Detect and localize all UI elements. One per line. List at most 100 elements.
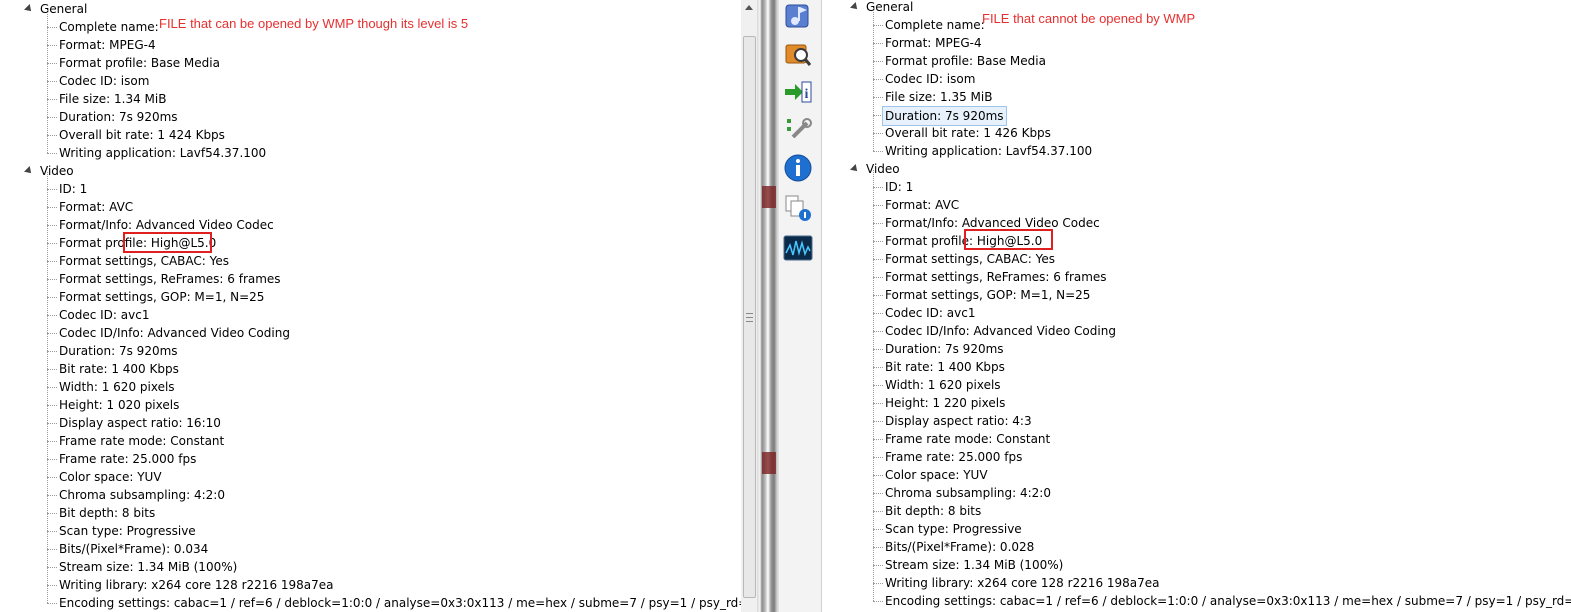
general-property-row[interactable]: File size: 1.35 MiB <box>822 88 1571 106</box>
video-property-text: Format settings, ReFrames: 6 frames <box>59 272 281 286</box>
video-property-row[interactable]: Bits/(Pixel*Frame): 0.028 <box>822 538 1571 556</box>
video-collapse-toggle-icon[interactable] <box>850 164 860 174</box>
settings-tools-icon[interactable] <box>782 114 814 146</box>
video-property-row[interactable]: Format: AVC <box>822 196 1571 214</box>
tree-branch-connector <box>873 385 883 386</box>
video-section-title[interactable]: Video <box>866 160 900 178</box>
video-property-row[interactable]: Display aspect ratio: 16:10 <box>0 414 741 432</box>
general-property-row[interactable]: File size: 1.34 MiB <box>0 90 741 108</box>
tree-branch-connector <box>47 387 57 388</box>
right-tree-pane[interactable]: General Complete name: Format: MPEG-4 Forma… <box>822 0 1571 612</box>
general-collapse-toggle-icon[interactable] <box>24 4 34 14</box>
info-icon[interactable] <box>782 152 814 184</box>
video-property-row[interactable]: Bits/(Pixel*Frame): 0.034 <box>0 540 741 558</box>
tree-branch-connector <box>873 457 883 458</box>
video-property-row[interactable]: Bit depth: 8 bits <box>822 502 1571 520</box>
video-property-row[interactable]: Height: 1 020 pixels <box>0 396 741 414</box>
copy-files-icon[interactable] <box>782 192 814 224</box>
video-property-row[interactable]: Color space: YUV <box>822 466 1571 484</box>
video-property-row[interactable]: Format settings, ReFrames: 6 frames <box>822 268 1571 286</box>
video-property-row[interactable]: Chroma subsampling: 4:2:0 <box>0 486 741 504</box>
import-info-icon[interactable]: i <box>782 76 814 108</box>
video-property-row[interactable]: Stream size: 1.34 MiB (100%) <box>822 556 1571 574</box>
scrollbar-thumb[interactable] <box>743 36 756 598</box>
video-property-row[interactable]: Duration: 7s 920ms <box>822 340 1571 358</box>
video-property-row[interactable]: Format settings, GOP: M=1, N=25 <box>0 288 741 306</box>
video-property-row[interactable]: Format profile: High@L5.0 <box>0 234 741 252</box>
video-property-row[interactable]: Encoding settings: cabac=1 / ref=6 / deb… <box>822 592 1571 610</box>
video-section-title[interactable]: Video <box>40 162 74 180</box>
video-property-text: Frame rate: 25.000 fps <box>885 450 1023 464</box>
tree-branch-connector <box>47 495 57 496</box>
general-property-row[interactable]: Overall bit rate: 1 426 Kbps <box>822 124 1571 142</box>
video-property-row[interactable]: Scan type: Progressive <box>0 522 741 540</box>
video-property-row[interactable]: Format/Info: Advanced Video Codec <box>0 216 741 234</box>
video-property-row[interactable]: Encoding settings: cabac=1 / ref=6 / deb… <box>0 594 741 612</box>
scroll-up-arrow-icon[interactable] <box>745 5 753 10</box>
general-property-row[interactable]: Format: MPEG-4 <box>822 34 1571 52</box>
video-property-row[interactable]: Duration: 7s 920ms <box>0 342 741 360</box>
video-property-row[interactable]: ID: 1 <box>0 180 741 198</box>
video-property-text: Display aspect ratio: 4:3 <box>885 414 1032 428</box>
general-property-row[interactable]: Format profile: Base Media <box>822 52 1571 70</box>
video-property-row[interactable]: Codec ID: avc1 <box>0 306 741 324</box>
video-property-row[interactable]: Writing library: x264 core 128 r2216 198… <box>0 576 741 594</box>
video-property-row[interactable]: Bit rate: 1 400 Kbps <box>822 358 1571 376</box>
video-property-row[interactable]: Codec ID/Info: Advanced Video Coding <box>822 322 1571 340</box>
media-search-icon[interactable] <box>782 38 814 70</box>
general-property-row[interactable]: Format: MPEG-4 <box>0 36 741 54</box>
general-property-row[interactable]: Writing application: Lavf54.37.100 <box>0 144 741 162</box>
general-property-text: Overall bit rate: 1 424 Kbps <box>59 128 225 142</box>
video-property-row[interactable]: Format profile: High@L5.0 <box>822 232 1571 250</box>
tree-branch-connector <box>47 135 57 136</box>
video-property-row[interactable]: Display aspect ratio: 4:3 <box>822 412 1571 430</box>
video-property-row[interactable]: Codec ID/Info: Advanced Video Coding <box>0 324 741 342</box>
video-property-text: Chroma subsampling: 4:2:0 <box>59 488 225 502</box>
video-property-text: Format settings, ReFrames: 6 frames <box>885 270 1107 284</box>
general-property-row[interactable]: Codec ID: isom <box>0 72 741 90</box>
video-property-row[interactable]: Format/Info: Advanced Video Codec <box>822 214 1571 232</box>
video-property-text: Bits/(Pixel*Frame): 0.034 <box>59 542 209 556</box>
video-property-row[interactable]: Color space: YUV <box>0 468 741 486</box>
tree-branch-connector <box>47 477 57 478</box>
video-property-row[interactable]: Bit depth: 8 bits <box>0 504 741 522</box>
video-property-row[interactable]: Format settings, ReFrames: 6 frames <box>0 270 741 288</box>
video-collapse-toggle-icon[interactable] <box>24 166 34 176</box>
tree-branch-connector <box>873 187 883 188</box>
video-property-row[interactable]: Height: 1 220 pixels <box>822 394 1571 412</box>
left-tree-pane[interactable]: General Complete name: Format: MPEG-4 Forma… <box>0 0 741 612</box>
waveform-icon[interactable] <box>782 232 814 264</box>
video-property-row[interactable]: Frame rate: 25.000 fps <box>0 450 741 468</box>
video-property-row[interactable]: Stream size: 1.34 MiB (100%) <box>0 558 741 576</box>
video-property-text: Format settings, GOP: M=1, N=25 <box>59 290 265 304</box>
video-property-row[interactable]: Format: AVC <box>0 198 741 216</box>
media-player-icon[interactable] <box>782 0 814 32</box>
video-property-row[interactable]: Codec ID: avc1 <box>822 304 1571 322</box>
video-property-row[interactable]: Format settings, CABAC: Yes <box>822 250 1571 268</box>
splitter-strip[interactable] <box>757 0 779 612</box>
general-property-text: Format profile: Base Media <box>885 54 1046 68</box>
video-property-row[interactable]: Bit rate: 1 400 Kbps <box>0 360 741 378</box>
video-property-row[interactable]: Width: 1 620 pixels <box>822 376 1571 394</box>
general-property-row[interactable]: Duration: 7s 920ms <box>0 108 741 126</box>
video-property-row[interactable]: Frame rate mode: Constant <box>822 430 1571 448</box>
general-property-row[interactable]: Codec ID: isom <box>822 70 1571 88</box>
general-property-row[interactable]: Overall bit rate: 1 424 Kbps <box>0 126 741 144</box>
video-property-row[interactable]: Format settings, GOP: M=1, N=25 <box>822 286 1571 304</box>
general-property-row[interactable]: Duration: 7s 920ms <box>822 106 1571 126</box>
general-collapse-toggle-icon[interactable] <box>850 2 860 12</box>
video-property-row[interactable]: Width: 1 620 pixels <box>0 378 741 396</box>
video-property-row[interactable]: ID: 1 <box>822 178 1571 196</box>
video-property-row[interactable]: Chroma subsampling: 4:2:0 <box>822 484 1571 502</box>
general-property-row[interactable]: Format profile: Base Media <box>0 54 741 72</box>
left-vertical-scrollbar[interactable] <box>741 0 757 612</box>
video-property-text: Format settings, CABAC: Yes <box>885 252 1056 266</box>
video-property-row[interactable]: Frame rate: 25.000 fps <box>822 448 1571 466</box>
tree-branch-connector <box>873 61 883 62</box>
video-property-row[interactable]: Format settings, CABAC: Yes <box>0 252 741 270</box>
video-property-row[interactable]: Scan type: Progressive <box>822 520 1571 538</box>
video-property-row[interactable]: Writing library: x264 core 128 r2216 198… <box>822 574 1571 592</box>
video-property-row[interactable]: Frame rate mode: Constant <box>0 432 741 450</box>
general-property-row[interactable]: Complete name: <box>822 16 1571 34</box>
general-property-row[interactable]: Writing application: Lavf54.37.100 <box>822 142 1571 160</box>
